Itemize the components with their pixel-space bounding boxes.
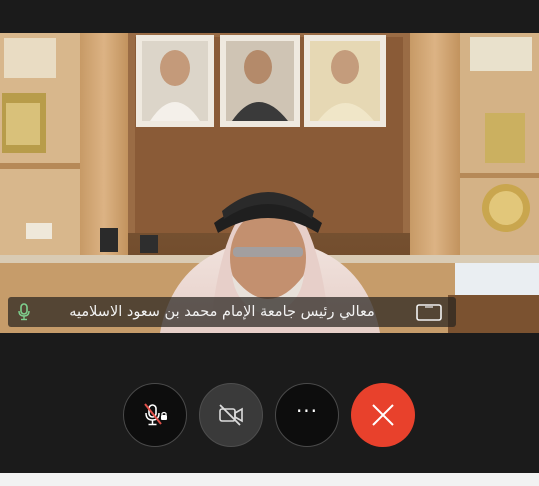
bottom-strip — [0, 473, 539, 486]
muted-microphone-locked-icon — [144, 403, 167, 426]
video-off-icon — [219, 404, 243, 426]
video-frame-scene — [0, 33, 539, 333]
close-icon — [372, 404, 394, 426]
participant-video: معالي رئيس جامعة الإمام محمد بن سعود الا… — [0, 33, 539, 333]
microphone-icon — [18, 303, 30, 321]
screen-share-icon — [416, 304, 442, 321]
call-controls-bar: ··· — [0, 333, 539, 473]
top-bar — [0, 0, 539, 33]
leave-call-button[interactable] — [351, 383, 415, 447]
video-toggle-button[interactable] — [199, 383, 263, 447]
more-options-icon: ··· — [295, 399, 319, 423]
more-options-button[interactable]: ··· — [275, 383, 339, 447]
participant-caption-bar: معالي رئيس جامعة الإمام محمد بن سعود الا… — [8, 297, 456, 327]
participant-name: معالي رئيس جامعة الإمام محمد بن سعود الا… — [69, 304, 375, 320]
mute-button[interactable] — [123, 383, 187, 447]
